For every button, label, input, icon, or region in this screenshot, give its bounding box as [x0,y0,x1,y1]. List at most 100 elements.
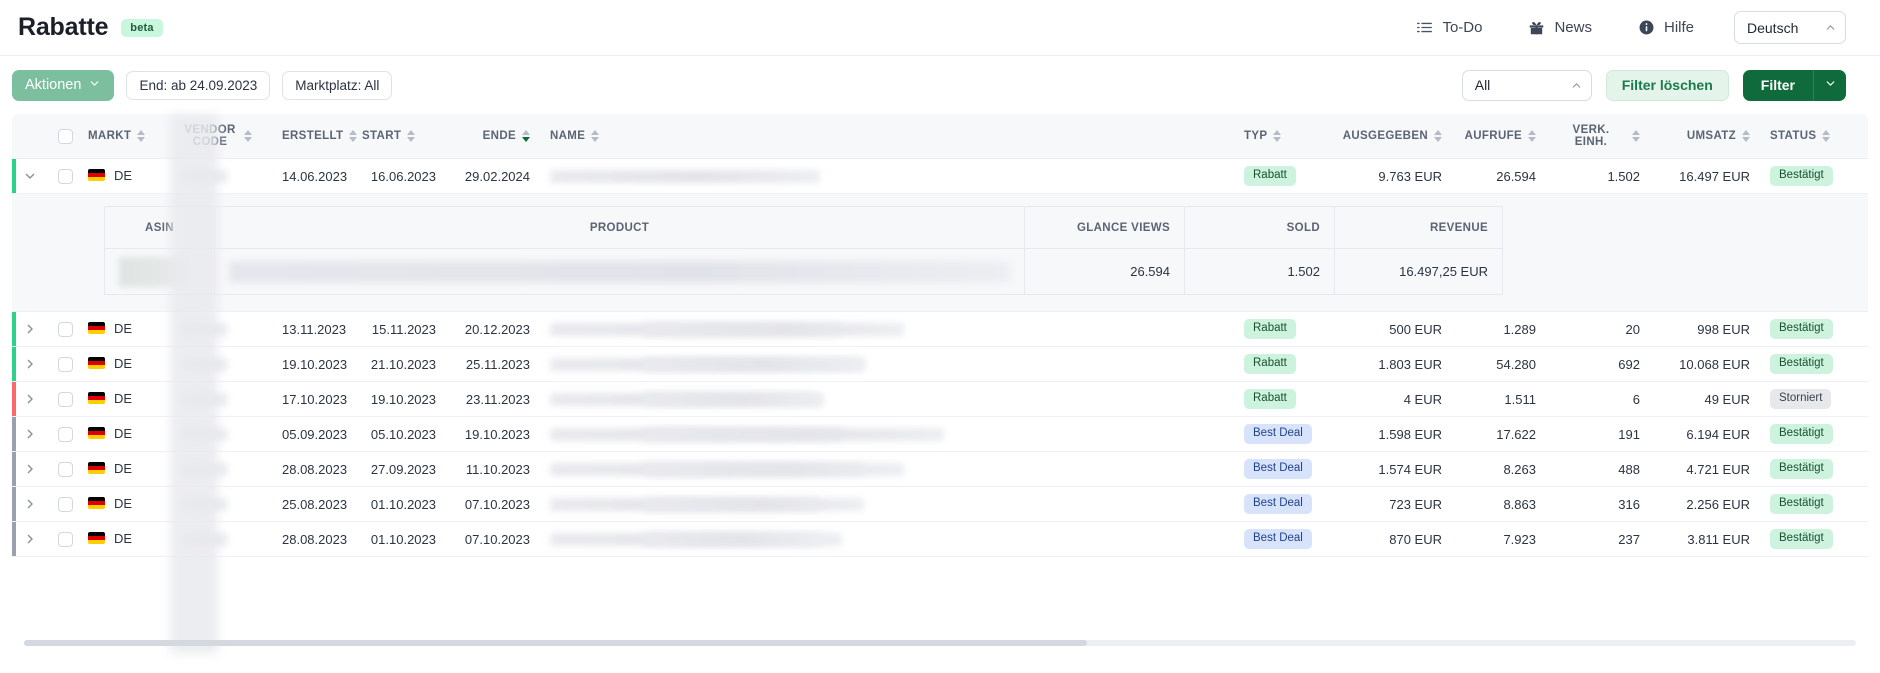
filter-chip-end-date[interactable]: End: ab 24.09.2023 [126,70,271,100]
row-expander-cell[interactable] [12,486,48,522]
th-umsatz[interactable]: UMSATZ [1650,114,1760,159]
filter-chip-marketplace[interactable]: Marktplatz: All [282,70,393,100]
table-row[interactable]: DE 28.08.2023 01.10.2023 07.10.2023 Best Dea… [12,521,1868,557]
cell-start: 01.10.2023 [352,521,446,557]
actions-button[interactable]: Aktionen [12,69,115,101]
sort-icon-aufrufe[interactable] [1528,130,1536,142]
table-row[interactable]: DE 14.06.2023 16.06.2023 29.02.2024 Rabatt 9.… [12,158,1868,194]
cell-start: 15.11.2023 [352,311,446,347]
filter-button[interactable]: Filter [1742,69,1813,101]
sort-icon-erstellt[interactable] [349,130,358,142]
th-vendor-code[interactable]: VENDOR CODE [172,114,272,159]
sort-icon-verk-einh[interactable] [1632,130,1640,142]
table-row[interactable]: DE 25.08.2023 01.10.2023 07.10.2023 Best Dea… [12,486,1868,522]
flag-de-icon [88,497,105,510]
cell-ausgegeben: 870 EUR [1326,521,1452,557]
row-select-cell[interactable] [48,346,78,382]
row-expander-cell[interactable] [12,521,48,557]
sort-icon-typ[interactable] [1273,130,1282,142]
sort-icon-ausgegeben[interactable] [1434,130,1442,142]
row-checkbox[interactable] [58,532,73,548]
th-ende[interactable]: ENDE [446,114,540,159]
row-select-cell[interactable] [48,158,78,194]
th-status[interactable]: STATUS [1760,114,1868,159]
row-select-cell[interactable] [48,381,78,417]
sort-icon-markt[interactable] [137,130,146,142]
row-expander-cell[interactable] [12,381,48,417]
header-link-help-label: Hilfe [1663,19,1694,36]
table-row[interactable]: DE 17.10.2023 19.10.2023 23.11.2023 Rabatt 4 … [12,381,1868,417]
row-select-cell[interactable] [48,486,78,522]
status-badge: Bestätigt [1770,529,1833,549]
row-checkbox[interactable] [58,392,73,408]
header-link-news[interactable]: News [1528,19,1592,36]
row-expander-cell[interactable] [12,158,48,194]
row-expander-cell[interactable] [12,311,48,347]
sort-icon-ende[interactable] [522,130,530,142]
table-row[interactable]: DE 19.10.2023 21.10.2023 25.11.2023 Rabatt 1.… [12,346,1868,382]
row-select-cell[interactable] [48,416,78,452]
chevron-right-icon[interactable] [22,321,38,337]
cell-status: Storniert [1760,381,1868,417]
row-select-cell[interactable] [48,451,78,487]
th-aufrufe[interactable]: AUFRUFE [1452,114,1546,159]
chevron-right-icon[interactable] [22,461,38,477]
table-row[interactable]: DE 13.11.2023 15.11.2023 20.12.2023 Rabatt 50… [12,311,1868,347]
language-select[interactable]: Deutsch [1734,11,1846,44]
chevron-right-icon[interactable] [22,531,38,547]
scrollbar-thumb[interactable] [24,640,1087,646]
sort-icon-start[interactable] [407,130,416,142]
cell-erstellt: 14.06.2023 [272,158,352,194]
th-typ[interactable]: TYP [1234,114,1326,159]
cell-ende: 23.11.2023 [446,381,540,417]
horizontal-scrollbar[interactable] [24,640,1856,646]
header-link-help[interactable]: Hilfe [1638,19,1694,36]
row-select-cell[interactable] [48,521,78,557]
th-aufrufe-label: AUFRUFE [1464,130,1522,142]
row-checkbox[interactable] [58,427,73,443]
table-header-row: MARKT VENDOR CODE ERSTELLT START ENDE NA… [12,114,1868,159]
row-expander-cell[interactable] [12,451,48,487]
th-markt[interactable]: MARKT [78,114,172,159]
th-name[interactable]: NAME [540,114,634,159]
row-expander-cell[interactable] [12,416,48,452]
th-typ-label: TYP [1244,130,1268,142]
th-ausgegeben[interactable]: AUSGEGEBEN [1326,114,1452,159]
row-checkbox[interactable] [58,169,73,185]
filter-dropdown-button[interactable] [1813,69,1846,101]
chevron-right-icon[interactable] [22,391,38,407]
th-ende-label: ENDE [482,130,516,142]
sort-icon-vendor-code[interactable] [244,130,252,142]
sort-icon-name[interactable] [591,130,600,142]
scope-select[interactable]: All [1461,69,1592,101]
discounts-table: MARKT VENDOR CODE ERSTELLT START ENDE NA… [12,114,1868,557]
chevron-right-icon[interactable] [22,356,38,372]
row-select-cell[interactable] [48,311,78,347]
cell-erstellt: 05.09.2023 [272,416,352,452]
chevron-right-icon[interactable] [22,496,38,512]
row-expander-cell[interactable] [12,346,48,382]
row-checkbox[interactable] [58,322,73,338]
chevron-down-icon[interactable] [22,168,38,184]
clear-filters-button[interactable]: Filter löschen [1605,69,1729,101]
sub-cell-product [214,248,1025,295]
type-badge: Rabatt [1244,319,1296,339]
redacted-text [644,462,904,476]
row-checkbox[interactable] [58,497,73,513]
th-verk-einh[interactable]: VERK. EINH. [1546,114,1650,159]
row-checkbox[interactable] [58,357,73,373]
sub-th-asin: ASIN [104,206,215,249]
sort-icon-umsatz[interactable] [1742,130,1750,142]
chevron-right-icon[interactable] [22,426,38,442]
row-checkbox[interactable] [58,462,73,478]
sub-th-glanceviews: GLANCE VIEWS [1024,206,1185,249]
th-erstellt[interactable]: ERSTELLT [272,114,358,159]
table-row[interactable]: DE 28.08.2023 27.09.2023 11.10.2023 Best Dea… [12,451,1868,487]
header-link-todo[interactable]: To-Do [1416,19,1482,36]
th-start[interactable]: START [352,114,446,159]
select-all-checkbox[interactable] [58,128,73,144]
cell-umsatz: 4.721 EUR [1650,451,1760,487]
sort-icon-status[interactable] [1822,130,1831,142]
table-row[interactable]: DE 05.09.2023 05.10.2023 19.10.2023 Best Dea… [12,416,1868,452]
flag-de-icon [88,532,105,545]
